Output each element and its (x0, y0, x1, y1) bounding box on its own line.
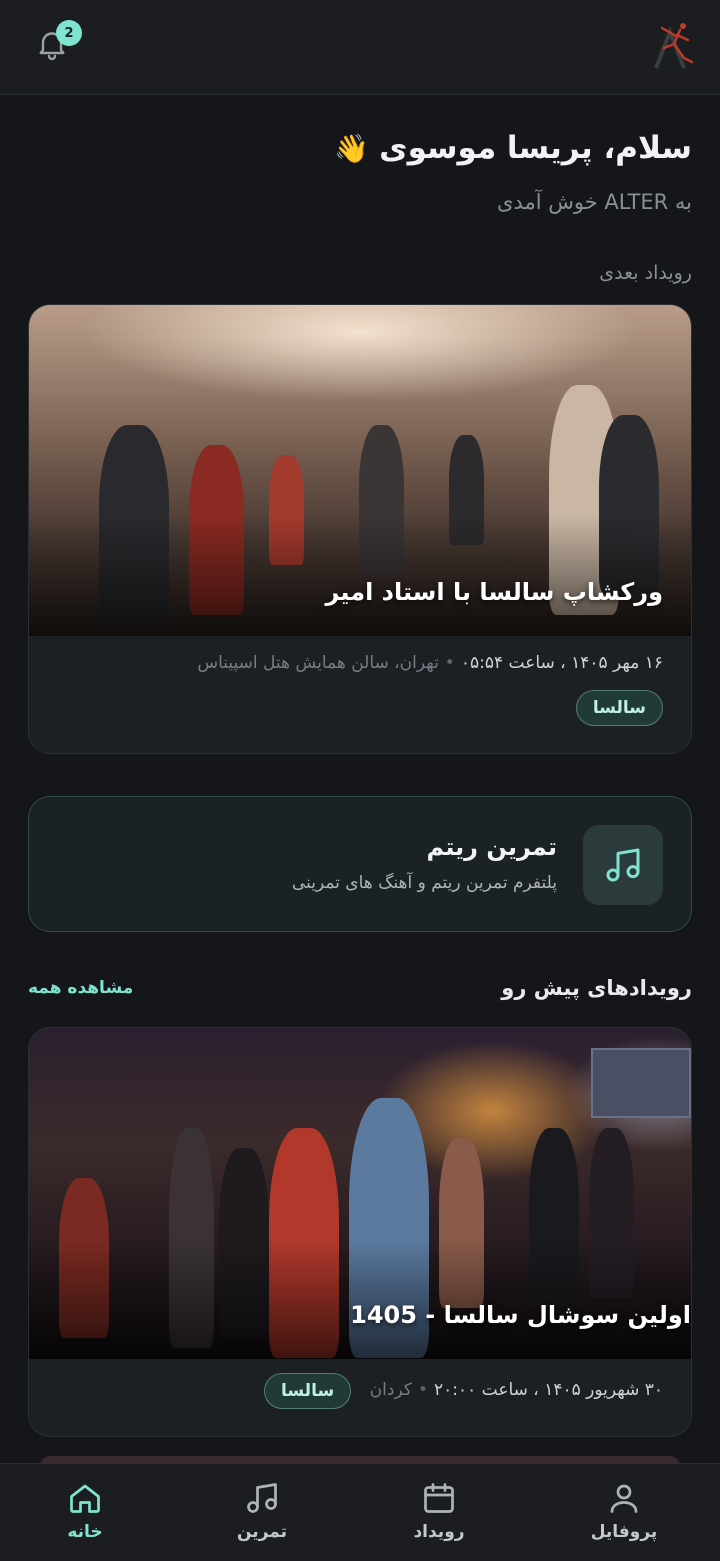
nav-profile[interactable]: پروفایل (569, 1480, 679, 1542)
upcoming-events-title: رویدادهای پیش رو (501, 976, 692, 1000)
home-icon (70, 1484, 100, 1513)
event-tag[interactable]: سالسا (575, 690, 663, 726)
greeting-title: سلام، پریسا موسوی (379, 130, 692, 166)
alter-logo (654, 23, 694, 69)
practice-subtitle: پلتفرم تمرین ریتم و آهنگ های تمرینی (291, 873, 557, 893)
event-image: اولین سوشال سالسا - 1405 (29, 1028, 691, 1359)
nav-practice[interactable]: تمرین (207, 1480, 317, 1542)
next-event-label: رویداد بعدی (599, 262, 692, 284)
music-note-icon (606, 848, 640, 882)
music-icon-box (583, 825, 663, 905)
event-location: تهران، سالن همایش هتل اسپیناس (197, 653, 439, 673)
rhythm-practice-card[interactable]: تمرین ریتم پلتفرم تمرین ریتم و آهنگ های … (28, 796, 692, 932)
event-date-time: ۱۶ مهر ۱۴۰۵ ، ساعت ۰۵:۵۴ (460, 653, 663, 673)
nav-label-practice: تمرین (236, 1522, 288, 1542)
greeting: سلام، پریسا موسوی 👋 (334, 130, 692, 166)
event-image: ورکشاپ سالسا با استاد امیر (29, 305, 691, 636)
event-tag[interactable]: سالسا (264, 1373, 352, 1409)
event-date-time: ۳۰ شهریور ۱۴۰۵ ، ساعت ۲۰:۰۰ (433, 1380, 663, 1400)
event-title: ورکشاپ سالسا با استاد امیر (325, 578, 663, 606)
music-note-icon (247, 1483, 277, 1513)
notification-badge: 2 (56, 20, 82, 46)
calendar-icon (424, 1483, 454, 1513)
notifications-button[interactable]: 2 (34, 20, 82, 66)
nav-home[interactable]: خانه (30, 1480, 140, 1542)
event-location: کردان (369, 1380, 412, 1400)
nav-label-events: رویداد (413, 1522, 465, 1542)
upcoming-event-card[interactable]: اولین سوشال سالسا - 1405 ۳۰ شهریور ۱۴۰۵ … (28, 1027, 692, 1437)
practice-title: تمرین ریتم (426, 833, 557, 861)
top-bar: 2 (0, 0, 720, 95)
see-all-link[interactable]: مشاهده همه (28, 978, 133, 998)
next-event-card[interactable]: ورکشاپ سالسا با استاد امیر ۱۶ مهر ۱۴۰۵ ،… (28, 304, 692, 754)
nav-label-home: خانه (67, 1522, 103, 1542)
nav-label-profile: پروفایل (590, 1522, 658, 1542)
nav-events[interactable]: رویداد (384, 1480, 494, 1542)
welcome-subtitle: به ALTER خوش آمدی (496, 190, 692, 214)
user-icon (610, 1484, 638, 1513)
wave-icon: 👋 (334, 131, 370, 165)
event-meta: ۱۶ مهر ۱۴۰۵ ، ساعت ۰۵:۵۴•تهران، سالن هما… (197, 653, 663, 673)
bottom-nav: خانه تمرین رویداد پروفایل (0, 1463, 720, 1561)
event-meta: ۳۰ شهریور ۱۴۰۵ ، ساعت ۲۰:۰۰•کردان (369, 1380, 663, 1400)
event-title: اولین سوشال سالسا - 1405 (350, 1301, 691, 1329)
